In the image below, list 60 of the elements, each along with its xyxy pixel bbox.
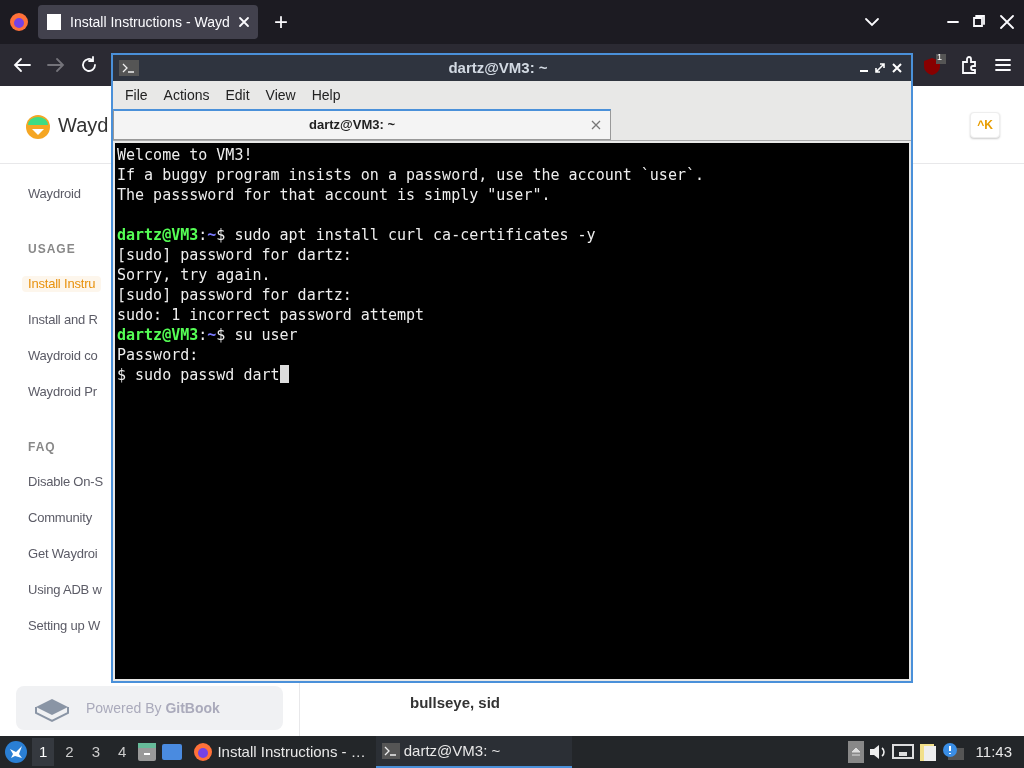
sidebar-item[interactable]: Get Waydroi	[22, 546, 104, 562]
terminal-icon	[381, 743, 400, 759]
content-text: bullseye, sid	[410, 694, 501, 711]
menu-item[interactable]: Actions	[155, 84, 218, 106]
terminal-line: Welcome to VM3!	[117, 145, 254, 165]
menu-item[interactable]: Edit	[217, 84, 258, 106]
terminal-line: sudo: 1 incorrect password attempt	[117, 305, 426, 325]
sidebar-item[interactable]: Using ADB w	[22, 582, 108, 598]
sidebar-heading: FAQ	[28, 439, 56, 456]
terminal-line: If a buggy program insists on a password, use the account `user`.	[117, 165, 705, 185]
menu-item[interactable]: View	[257, 84, 304, 106]
terminal-tab[interactable]: dartz@VM3: ~	[113, 109, 611, 140]
eject-icon[interactable]	[847, 741, 864, 763]
clipboard-icon[interactable]	[917, 742, 938, 762]
new-tab-button[interactable]: +	[266, 4, 296, 40]
volume-icon[interactable]	[867, 743, 888, 761]
close-icon[interactable]	[889, 61, 905, 75]
workspace-button[interactable]: 3	[84, 737, 108, 767]
workspace-button[interactable]: 1	[32, 737, 55, 767]
sidebar-item[interactable]: Waydroid co	[22, 348, 104, 364]
browser-tab[interactable]: Install Instructions - Wayd	[38, 5, 258, 39]
terminal-line: The passsword for that account is simply "user".	[117, 185, 552, 205]
network-icon[interactable]	[891, 743, 914, 761]
terminal-line: $ sudo passwd dart	[117, 365, 907, 385]
sidebar-heading: USAGE	[28, 241, 76, 258]
back-icon[interactable]	[12, 56, 32, 74]
terminal-line: [sudo] password for dartz:	[117, 245, 353, 265]
site-logo-text[interactable]: Wayd	[58, 109, 109, 140]
terminal-line: dartz@VM3:~$ su user	[117, 325, 299, 345]
reload-icon[interactable]	[80, 56, 98, 74]
sidebar-item[interactable]: Waydroid	[22, 186, 87, 202]
sidebar-item[interactable]: Setting up W	[22, 618, 107, 634]
taskbar-task[interactable]: Install Instructions - …	[187, 736, 372, 768]
page-icon	[46, 13, 62, 31]
sidebar-item[interactable]: Disable On-S	[22, 474, 109, 490]
terminal-line: Password:	[117, 345, 200, 365]
shortcut-key: ^K	[970, 111, 1000, 138]
workspace-button[interactable]: 2	[58, 737, 81, 767]
terminal-line: dartz@VM3:~$ sudo apt install curl ca-certificates -y	[117, 225, 597, 245]
badge-count: 1	[937, 51, 942, 64]
menu-item[interactable]: File	[117, 84, 156, 106]
taskbar-task[interactable]: dartz@VM3: ~	[375, 736, 572, 768]
window-icon[interactable]	[161, 743, 184, 761]
workspace-button[interactable]: 4	[111, 737, 134, 767]
file-cabinet-icon[interactable]	[137, 742, 158, 762]
terminal-line: [sudo] password for dartz:	[117, 285, 353, 305]
window-title: dartz@VM3: ~	[447, 57, 549, 78]
clock: 11:43	[974, 741, 1013, 762]
sidebar-item[interactable]: Waydroid Pr	[22, 384, 103, 400]
firefox-icon[interactable]	[8, 11, 30, 33]
bird-icon[interactable]	[4, 740, 28, 764]
menu-icon[interactable]	[994, 57, 1012, 73]
sidebar-item[interactable]: Install and R	[22, 312, 104, 328]
firefox-icon	[193, 742, 214, 762]
notification-icon[interactable]	[941, 742, 964, 762]
terminal-icon	[119, 60, 139, 76]
menu-item[interactable]: Help	[303, 84, 349, 106]
powered-by-text: Powered By GitBook	[86, 698, 220, 718]
sidebar-item[interactable]: Community	[22, 510, 98, 526]
terminal-line: Sorry, try again.	[117, 265, 272, 285]
